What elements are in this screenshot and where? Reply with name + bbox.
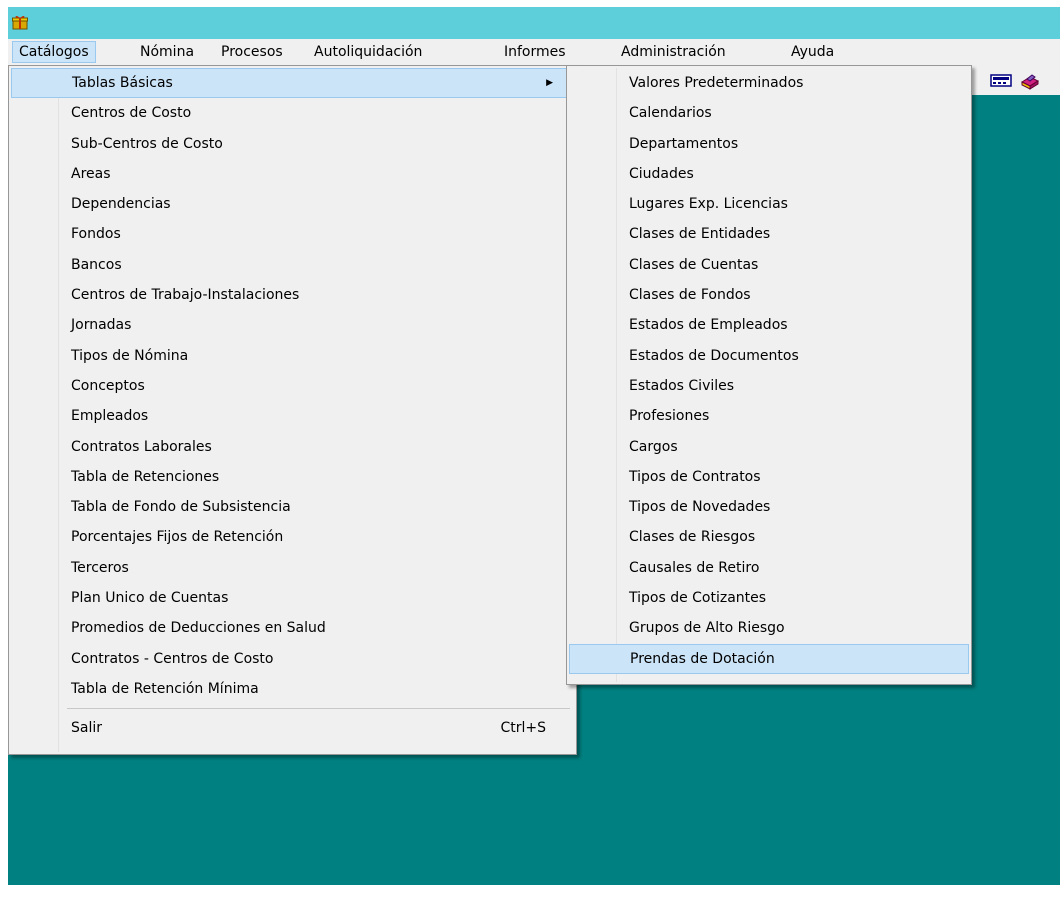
menu-item-promedios-de-deducciones-en-salud[interactable]: Promedios de Deducciones en Salud	[11, 613, 574, 643]
menu-item-label: Contratos Laborales	[71, 438, 212, 455]
menu-item-label: Sub-Centros de Costo	[71, 135, 223, 152]
menu-item-sub-centros-de-costo[interactable]: Sub-Centros de Costo	[11, 129, 574, 159]
menu-item-label: Conceptos	[71, 377, 145, 394]
menu-item-label: Fondos	[71, 226, 121, 243]
menu-item-label: Tabla de Fondo de Subsistencia	[71, 499, 291, 516]
calculator-icon[interactable]	[990, 72, 1012, 92]
menu-item-porcentajes-fijos-de-retencion[interactable]: Porcentajes Fijos de Retención	[11, 522, 574, 552]
shortcut-label: Ctrl+S	[500, 720, 546, 737]
menu-separator	[11, 704, 574, 713]
submenu-item-tipos-de-cotizantes[interactable]: Tipos de Cotizantes	[569, 583, 969, 613]
menu-bar: Catálogos Nómina Procesos Autoliquidació…	[8, 39, 1060, 65]
menu-procesos[interactable]: Procesos	[215, 41, 289, 63]
submenu-item-causales-de-retiro[interactable]: Causales de Retiro	[569, 553, 969, 583]
submenu-item-clases-de-riesgos[interactable]: Clases de Riesgos	[569, 522, 969, 552]
menu-item-terceros[interactable]: Terceros	[11, 553, 574, 583]
menu-nomina[interactable]: Nómina	[134, 41, 200, 63]
menu-item-label: Dependencias	[71, 196, 171, 213]
submenu-item-clases-de-entidades[interactable]: Clases de Entidades	[569, 219, 969, 249]
submenu-item-departamentos[interactable]: Departamentos	[569, 129, 969, 159]
menu-item-jornadas[interactable]: Jornadas	[11, 310, 574, 340]
submenu-item-clases-de-fondos[interactable]: Clases de Fondos	[569, 280, 969, 310]
submenu-item-profesiones[interactable]: Profesiones	[569, 401, 969, 431]
catalogos-menu-list: Tablas Básicas ▶ Centros de Costo Sub-Centr…	[11, 68, 574, 744]
toolbar	[968, 65, 1060, 95]
menu-item-centros-de-trabajo-instalaciones[interactable]: Centros de Trabajo-Instalaciones	[11, 280, 574, 310]
menu-item-salir[interactable]: Salir Ctrl+S	[11, 713, 574, 743]
menu-item-label: Empleados	[71, 408, 149, 425]
menu-item-label: Tipos de Nómina	[71, 347, 189, 364]
submenu-item-estados-de-empleados[interactable]: Estados de Empleados	[569, 310, 969, 340]
book-icon[interactable]	[1020, 72, 1040, 94]
menu-catalogos[interactable]: Catálogos	[12, 41, 96, 63]
app-window: Catálogos Nómina Procesos Autoliquidació…	[8, 7, 1060, 885]
menu-item-tabla-de-fondo-de-subsistencia[interactable]: Tabla de Fondo de Subsistencia	[11, 492, 574, 522]
submenu-arrow-icon: ▶	[546, 78, 553, 88]
title-bar	[8, 7, 1060, 39]
gift-icon[interactable]	[12, 14, 28, 34]
menu-item-label: Jornadas	[71, 317, 132, 334]
menu-item-label: Tablas Básicas	[72, 75, 173, 91]
catalogos-menu: Tablas Básicas ▶ Centros de Costo Sub-Centr…	[8, 65, 577, 755]
submenu-item-calendarios[interactable]: Calendarios	[569, 98, 969, 128]
menu-item-label: Tabla de Retenciones	[71, 468, 220, 485]
menu-item-label: Areas	[71, 165, 111, 182]
menu-item-label: Contratos - Centros de Costo	[71, 650, 274, 667]
submenu-item-tipos-de-contratos[interactable]: Tipos de Contratos	[569, 462, 969, 492]
menu-item-label: Terceros	[71, 559, 129, 576]
menu-item-contratos-centros-de-costo[interactable]: Contratos - Centros de Costo	[11, 644, 574, 674]
menu-item-contratos-laborales[interactable]: Contratos Laborales	[11, 432, 574, 462]
menu-item-centros-de-costo[interactable]: Centros de Costo	[11, 98, 574, 128]
menu-item-tipos-de-nomina[interactable]: Tipos de Nómina	[11, 341, 574, 371]
menu-item-label: Salir	[71, 720, 103, 737]
menu-ayuda[interactable]: Ayuda	[785, 41, 840, 63]
submenu-item-grupos-de-alto-riesgo[interactable]: Grupos de Alto Riesgo	[569, 613, 969, 643]
tablas-basicas-list: Valores Predeterminados Calendarios Depart…	[569, 68, 969, 674]
menu-item-label: Bancos	[71, 256, 122, 273]
menu-item-label: Promedios de Deducciones en Salud	[71, 620, 326, 637]
menu-item-label: Centros de Trabajo-Instalaciones	[71, 287, 300, 304]
menu-informes[interactable]: Informes	[498, 41, 572, 63]
submenu-item-ciudades[interactable]: Ciudades	[569, 159, 969, 189]
menu-item-label: Porcentajes Fijos de Retención	[71, 529, 284, 546]
menu-administracion[interactable]: Administración	[615, 41, 732, 63]
menu-item-tabla-de-retencion-minima[interactable]: Tabla de Retención Mínima	[11, 674, 574, 704]
menu-item-label: Plan Unico de Cuentas	[71, 590, 229, 607]
menu-item-label: Centros de Costo	[71, 105, 192, 122]
submenu-item-tipos-de-novedades[interactable]: Tipos de Novedades	[569, 492, 969, 522]
tablas-basicas-submenu: Valores Predeterminados Calendarios Depart…	[566, 65, 972, 685]
menu-item-label: Tabla de Retención Mínima	[71, 680, 259, 697]
submenu-item-clases-de-cuentas[interactable]: Clases de Cuentas	[569, 250, 969, 280]
menu-item-tablas-basicas[interactable]: Tablas Básicas ▶	[11, 68, 574, 99]
submenu-item-estados-de-documentos[interactable]: Estados de Documentos	[569, 341, 969, 371]
submenu-item-valores-predeterminados[interactable]: Valores Predeterminados	[569, 68, 969, 98]
menu-item-tabla-de-retenciones[interactable]: Tabla de Retenciones	[11, 462, 574, 492]
menu-item-conceptos[interactable]: Conceptos	[11, 371, 574, 401]
menu-item-bancos[interactable]: Bancos	[11, 250, 574, 280]
menu-item-areas[interactable]: Areas	[11, 159, 574, 189]
menu-item-dependencias[interactable]: Dependencias	[11, 189, 574, 219]
submenu-item-estados-civiles[interactable]: Estados Civiles	[569, 371, 969, 401]
menu-item-plan-unico-de-cuentas[interactable]: Plan Unico de Cuentas	[11, 583, 574, 613]
menu-item-fondos[interactable]: Fondos	[11, 219, 574, 249]
submenu-item-lugares-exp-licencias[interactable]: Lugares Exp. Licencias	[569, 189, 969, 219]
submenu-item-prendas-de-dotacion[interactable]: Prendas de Dotación	[569, 643, 969, 674]
menu-autoliquidacion[interactable]: Autoliquidación	[308, 41, 428, 63]
submenu-item-cargos[interactable]: Cargos	[569, 432, 969, 462]
menu-item-empleados[interactable]: Empleados	[11, 401, 574, 431]
